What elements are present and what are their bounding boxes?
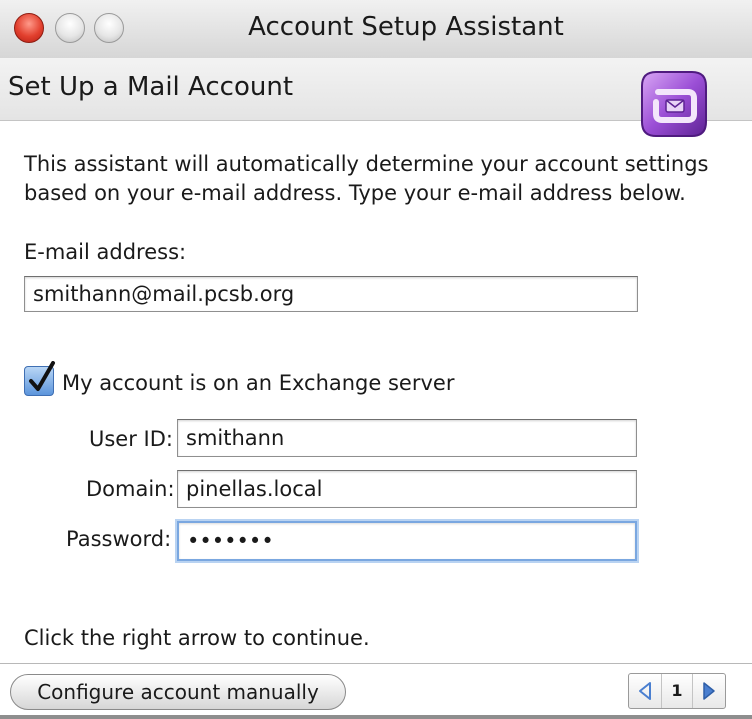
next-page-button[interactable] bbox=[693, 674, 725, 708]
page-title: Set Up a Mail Account bbox=[8, 72, 294, 102]
password-field[interactable] bbox=[177, 521, 637, 561]
account-setup-window: Account Setup Assistant Set Up a Mail Ac… bbox=[0, 0, 752, 719]
window-title: Account Setup Assistant bbox=[248, 12, 564, 42]
domain-label: Domain: bbox=[86, 477, 175, 501]
page-number: 1 bbox=[661, 674, 693, 708]
intro-text: This assistant will automatically determ… bbox=[24, 152, 709, 205]
exchange-checkbox[interactable] bbox=[24, 361, 55, 396]
exchange-checkbox-label[interactable]: My account is on an Exchange server bbox=[62, 371, 454, 395]
entourage-logo-icon bbox=[632, 62, 716, 146]
password-label: Password: bbox=[66, 527, 172, 551]
email-label: E-mail address: bbox=[24, 240, 187, 264]
minimize-window-button[interactable] bbox=[55, 13, 85, 43]
footer-divider bbox=[0, 663, 752, 664]
email-field[interactable] bbox=[24, 276, 638, 312]
bottom-edge bbox=[0, 715, 752, 719]
domain-field[interactable] bbox=[177, 470, 637, 508]
page-navigator: 1 bbox=[628, 673, 726, 709]
continue-hint: Click the right arrow to continue. bbox=[24, 626, 370, 650]
previous-page-button[interactable] bbox=[629, 674, 661, 708]
zoom-window-button[interactable] bbox=[94, 13, 124, 43]
close-window-button[interactable] bbox=[14, 13, 44, 43]
title-bar[interactable]: Account Setup Assistant bbox=[0, 0, 752, 59]
configure-manually-button[interactable]: Configure account manually bbox=[10, 674, 346, 710]
user-id-field[interactable] bbox=[177, 419, 637, 457]
user-id-label: User ID: bbox=[89, 427, 173, 451]
left-arrow-icon bbox=[639, 682, 651, 700]
right-arrow-icon bbox=[703, 682, 715, 700]
